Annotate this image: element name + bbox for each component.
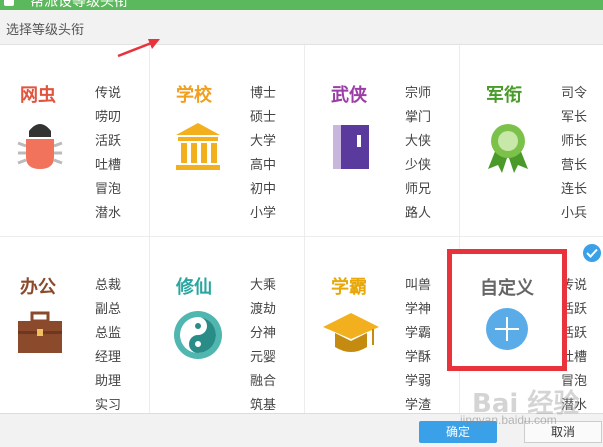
title-item: 分神 xyxy=(250,325,277,340)
title-item: 小兵 xyxy=(561,205,588,220)
category-title: 办公 xyxy=(20,277,56,297)
title-list: 传说 唠叨 活跃 吐槽 冒泡 潜水 xyxy=(95,81,121,225)
title-item: 宗师 xyxy=(405,85,432,100)
title-item: 学神 xyxy=(405,301,432,316)
title-item: 小学 xyxy=(250,205,277,220)
app-icon xyxy=(4,0,14,6)
category-title: 网虫 xyxy=(20,85,56,105)
title-item: 初中 xyxy=(250,181,277,196)
title-list: 司令 军长 师长 营长 连长 小兵 xyxy=(561,81,587,225)
title-item: 副总 xyxy=(95,301,122,316)
title-list: 宗师 掌门 大侠 少侠 师兄 路人 xyxy=(405,81,431,225)
title-item: 冒泡 xyxy=(95,181,122,196)
briefcase-icon xyxy=(12,307,68,363)
title-list: 大乘 渡劫 分神 元婴 融合 筑基 xyxy=(250,273,276,417)
graduation-cap-icon xyxy=(321,307,379,363)
category-title: 军衔 xyxy=(486,85,522,105)
category-card-school[interactable]: 学校 博士 硕士 大学 高中 初中 小学 xyxy=(150,45,305,237)
title-item: 路人 xyxy=(405,205,432,220)
title-item: 掌门 xyxy=(405,109,432,124)
title-item: 学弱 xyxy=(405,373,432,388)
bug-icon xyxy=(12,119,68,175)
title-item: 师长 xyxy=(561,133,588,148)
category-title: 学霸 xyxy=(331,277,367,297)
title-item: 博士 xyxy=(250,85,277,100)
title-item: 高中 xyxy=(250,157,277,172)
title-item: 大侠 xyxy=(405,133,432,148)
title-item: 潜水 xyxy=(95,205,122,220)
title-item: 传说 xyxy=(95,85,122,100)
category-card-xueba[interactable]: 学霸 叫兽 学神 学霸 学酥 学弱 学渣 xyxy=(305,237,460,413)
category-card-cultivation[interactable]: 修仙 大乘 渡劫 分神 元婴 融合 筑基 xyxy=(150,237,305,413)
category-title: 修仙 xyxy=(176,277,212,297)
custom-title-button[interactable]: 自定义 xyxy=(447,249,567,371)
title-list: 博士 硕士 大学 高中 初中 小学 xyxy=(250,81,276,225)
selected-check-icon xyxy=(583,244,601,262)
title-item: 活跃 xyxy=(95,133,122,148)
title-item: 大学 xyxy=(250,133,277,148)
watermark-url: jingyan.baidu.com xyxy=(460,413,557,427)
custom-label: 自定义 xyxy=(480,278,534,298)
section-header: 选择等级头衔 xyxy=(0,10,603,45)
school-building-icon xyxy=(170,119,226,175)
title-item: 少侠 xyxy=(405,157,432,172)
category-card-wuxia[interactable]: 武侠 宗师 掌门 大侠 少侠 师兄 路人 xyxy=(305,45,460,237)
title-item: 渡劫 xyxy=(250,301,277,316)
title-item: 元婴 xyxy=(250,349,277,364)
title-item: 大乘 xyxy=(250,277,277,292)
title-item: 营长 xyxy=(561,157,588,172)
category-card-office[interactable]: 办公 总裁 副总 总监 经理 助理 实习 xyxy=(0,237,150,413)
medal-icon xyxy=(480,119,536,175)
title-item: 学酥 xyxy=(405,349,432,364)
title-bar: 帮派设等级头衔 xyxy=(0,0,603,10)
title-item: 总监 xyxy=(95,325,122,340)
category-card-military[interactable]: 军衔 司令 军长 师长 营长 连长 小兵 xyxy=(460,45,603,237)
title-list: 总裁 副总 总监 经理 助理 实习 xyxy=(95,273,121,417)
title-item: 军长 xyxy=(561,109,588,124)
category-title: 学校 xyxy=(176,85,212,105)
plus-icon xyxy=(486,308,528,350)
title-item: 叫兽 xyxy=(405,277,432,292)
title-item: 师兄 xyxy=(405,181,432,196)
yin-yang-icon xyxy=(170,307,226,363)
window-title: 帮派设等级头衔 xyxy=(30,0,128,9)
title-item: 吐槽 xyxy=(95,157,122,172)
title-item: 总裁 xyxy=(95,277,122,292)
title-item: 学霸 xyxy=(405,325,432,340)
section-title: 选择等级头衔 xyxy=(6,22,85,37)
title-item: 硕士 xyxy=(250,109,277,124)
title-item: 连长 xyxy=(561,181,588,196)
title-item: 司令 xyxy=(561,85,588,100)
book-icon xyxy=(327,119,383,175)
title-item: 唠叨 xyxy=(95,109,122,124)
annotation-arrow-icon xyxy=(110,36,162,67)
category-title: 武侠 xyxy=(331,85,367,105)
title-item: 助理 xyxy=(95,373,122,388)
title-item: 经理 xyxy=(95,349,122,364)
category-card-wangchong[interactable]: 网虫 传说 唠叨 活跃 吐槽 冒泡 潜水 xyxy=(0,45,150,237)
title-item: 融合 xyxy=(250,373,277,388)
title-list: 叫兽 学神 学霸 学酥 学弱 学渣 xyxy=(405,273,431,417)
